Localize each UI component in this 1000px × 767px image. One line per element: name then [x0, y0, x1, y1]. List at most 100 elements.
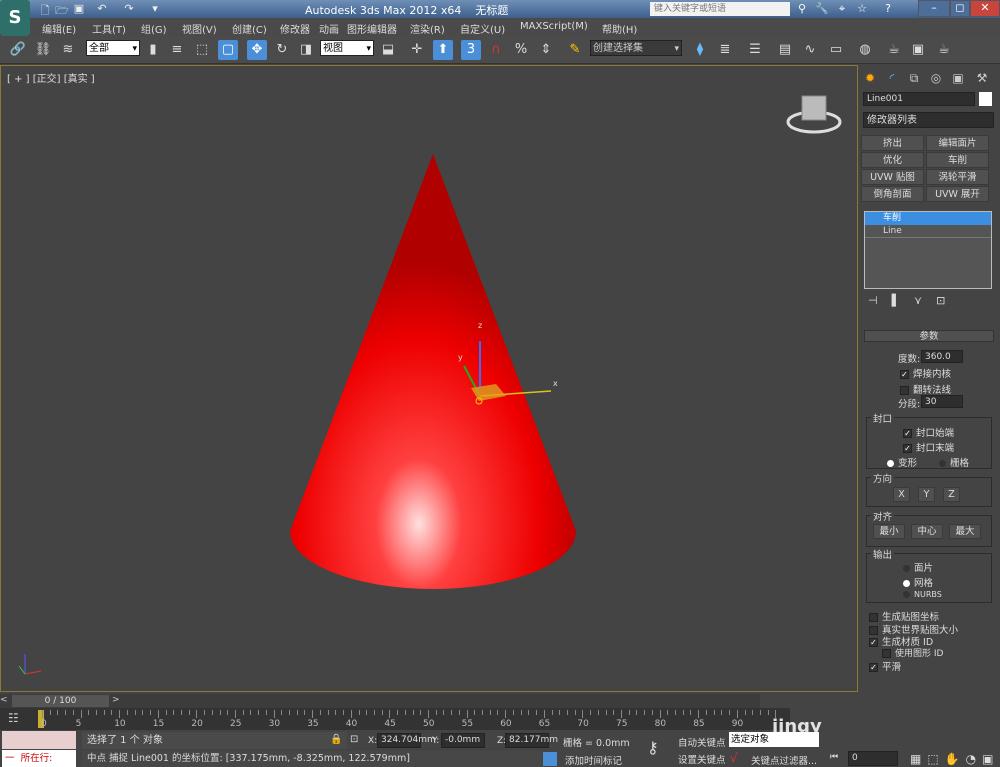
angle-snap-icon[interactable]: ∩: [486, 40, 506, 60]
set-key-icon[interactable]: ⚷: [647, 738, 659, 757]
link-icon[interactable]: 🔗: [8, 40, 28, 60]
output-patch-radio[interactable]: 面片: [903, 560, 933, 574]
reference-coord-dropdown[interactable]: 视图: [320, 40, 374, 57]
minimize-button[interactable]: –: [918, 0, 950, 17]
modifier-stack[interactable]: 车削 Line: [864, 211, 992, 289]
align-icon[interactable]: ≣: [715, 40, 735, 60]
curve-editor-icon[interactable]: ∿: [800, 40, 820, 60]
time-slider[interactable]: < 0 / 100 >: [0, 694, 760, 708]
menu-create[interactable]: 创建(C): [232, 21, 267, 36]
mirror-icon[interactable]: ⧫: [690, 40, 710, 60]
rendered-frame-icon[interactable]: ▣: [908, 40, 928, 60]
percent-snap-icon[interactable]: %: [511, 40, 531, 60]
current-frame-field[interactable]: 0: [848, 751, 898, 766]
viewport-navigation-icons[interactable]: ▦⬚✋◔▣: [910, 752, 999, 766]
modifier-optimize-button[interactable]: 优化: [861, 152, 924, 168]
auto-key-button[interactable]: 自动关键点: [678, 735, 726, 749]
select-by-name-icon[interactable]: ≡: [167, 40, 187, 60]
move-icon[interactable]: ✥: [247, 40, 267, 60]
render-production-icon[interactable]: ☕: [934, 40, 954, 60]
close-button[interactable]: ✕: [970, 0, 1000, 17]
x-coord-field[interactable]: 324.704mm: [377, 733, 436, 748]
menu-rendering[interactable]: 渲染(R): [410, 21, 445, 36]
stack-item-lathe[interactable]: 车削: [865, 212, 991, 225]
direction-x-button[interactable]: X: [893, 487, 910, 502]
modifier-uvw-map-button[interactable]: UVW 贴图: [861, 169, 924, 185]
rectangular-selection-icon[interactable]: ⬚: [192, 40, 212, 60]
menu-customize[interactable]: 自定义(U): [460, 21, 505, 36]
add-time-tag-button[interactable]: 添加时间标记: [565, 753, 622, 767]
direction-z-button[interactable]: Z: [943, 487, 960, 502]
maxscript-listener-output[interactable]: 一 所在行:: [2, 750, 76, 767]
object-name-field[interactable]: Line001: [863, 92, 975, 106]
menu-help[interactable]: 帮助(H): [602, 21, 637, 36]
output-mesh-radio[interactable]: 网格: [903, 575, 933, 589]
unlink-icon[interactable]: ⛓: [33, 40, 53, 60]
timeline-ruler[interactable]: ☷ 0 5 10 15 20 25 30 35 40 45 50 55 60 65 70 75 80 85 90: [0, 708, 790, 730]
maximize-button[interactable]: ◻: [950, 0, 970, 17]
time-slider-thumb[interactable]: 0 / 100: [12, 695, 109, 707]
open-file-icon[interactable]: 🗁: [55, 2, 69, 17]
absolute-mode-icon[interactable]: ⊡: [350, 734, 358, 745]
morph-radio[interactable]: 变形: [887, 455, 917, 469]
modify-tab-icon[interactable]: ◜: [882, 69, 902, 87]
named-selection-set-dropdown[interactable]: 创建选择集: [590, 40, 682, 57]
spinner-snap-icon[interactable]: ⇕: [536, 40, 556, 60]
bind-spacewarp-icon[interactable]: ≋: [58, 40, 78, 60]
select-object-icon[interactable]: ▮: [143, 40, 163, 60]
modifier-bevel-profile-button[interactable]: 倒角剖面: [861, 186, 924, 202]
viewcube[interactable]: [786, 95, 842, 134]
set-key-button[interactable]: 设置关键点: [678, 752, 726, 766]
output-nurbs-radio[interactable]: NURBS: [903, 590, 942, 599]
motion-tab-icon[interactable]: ◎: [926, 69, 946, 87]
flip-normals-checkbox[interactable]: 翻转法线: [900, 382, 951, 396]
save-icon[interactable]: ▣: [72, 2, 86, 16]
material-editor-icon[interactable]: ◍: [855, 40, 875, 60]
next-frame-icon[interactable]: >: [112, 695, 124, 707]
object-color-swatch[interactable]: [979, 92, 992, 106]
curve-editor-mini-icon[interactable]: ☷: [8, 711, 19, 725]
new-file-icon[interactable]: 🗋: [38, 2, 52, 17]
layer-manager-icon[interactable]: ☰: [745, 40, 765, 60]
render-setup-icon[interactable]: ☕: [884, 40, 904, 60]
align-min-button[interactable]: 最小: [873, 524, 905, 539]
menu-views[interactable]: 视图(V): [182, 21, 217, 36]
cap-start-checkbox[interactable]: ✓ 封口始端: [903, 425, 954, 439]
modifier-unwrap-uvw-button[interactable]: UVW 展开: [926, 186, 989, 202]
wrench-icon[interactable]: 🔧: [814, 2, 830, 16]
star-icon[interactable]: ☆: [854, 2, 870, 16]
menu-modifiers[interactable]: 修改器: [280, 21, 310, 36]
help-icon[interactable]: ?: [880, 2, 896, 16]
modifier-edit-patch-button[interactable]: 编辑面片: [926, 135, 989, 151]
gen-map-coords-checkbox[interactable]: 生成贴图坐标: [869, 609, 939, 623]
hierarchy-tab-icon[interactable]: ⧉: [904, 69, 924, 87]
selection-lock-icon[interactable]: 🔒: [330, 734, 342, 745]
utilities-tab-icon[interactable]: ⚒: [972, 69, 992, 87]
scene-explorer-icon[interactable]: ▤: [775, 40, 795, 60]
snap-toggle-icon[interactable]: 3: [461, 40, 481, 60]
binoculars-icon[interactable]: ⚲: [794, 2, 810, 16]
create-tab-icon[interactable]: ✹: [860, 69, 880, 87]
pivot-center-icon[interactable]: ⬓: [378, 40, 398, 60]
grid-radio[interactable]: 栅格: [939, 455, 969, 469]
z-coord-field[interactable]: 82.177mm: [505, 733, 558, 748]
key-filters-button[interactable]: 关键点过滤器...: [751, 753, 817, 767]
stack-tools[interactable]: ⊣▌⋎⊡: [868, 294, 992, 307]
menu-animation[interactable]: 动画: [319, 21, 339, 36]
modifier-lathe-button[interactable]: 车削: [926, 152, 989, 168]
parameters-rollout-header[interactable]: 参数: [864, 330, 994, 342]
key-tangent-icon[interactable]: √: [730, 751, 738, 765]
window-crossing-icon[interactable]: ▢: [218, 40, 238, 60]
use-shape-ids-checkbox[interactable]: 使用图形 ID: [882, 646, 943, 659]
modifier-extrude-button[interactable]: 挤出: [861, 135, 924, 151]
keyboard-shortcut-override-icon[interactable]: ⬆: [433, 40, 453, 60]
degrees-spinner[interactable]: 360.0: [921, 350, 963, 363]
menu-edit[interactable]: 编辑(E): [42, 21, 76, 36]
undo-icon[interactable]: ↶: [95, 2, 109, 16]
align-center-button[interactable]: 中心: [911, 524, 943, 539]
y-coord-field[interactable]: -0.0mm: [441, 733, 485, 748]
maxscript-listener-input[interactable]: [2, 731, 76, 749]
manipulate-icon[interactable]: ✛: [407, 40, 427, 60]
segments-spinner[interactable]: 30: [921, 395, 963, 408]
modifier-turbosmooth-button[interactable]: 涡轮平滑: [926, 169, 989, 185]
